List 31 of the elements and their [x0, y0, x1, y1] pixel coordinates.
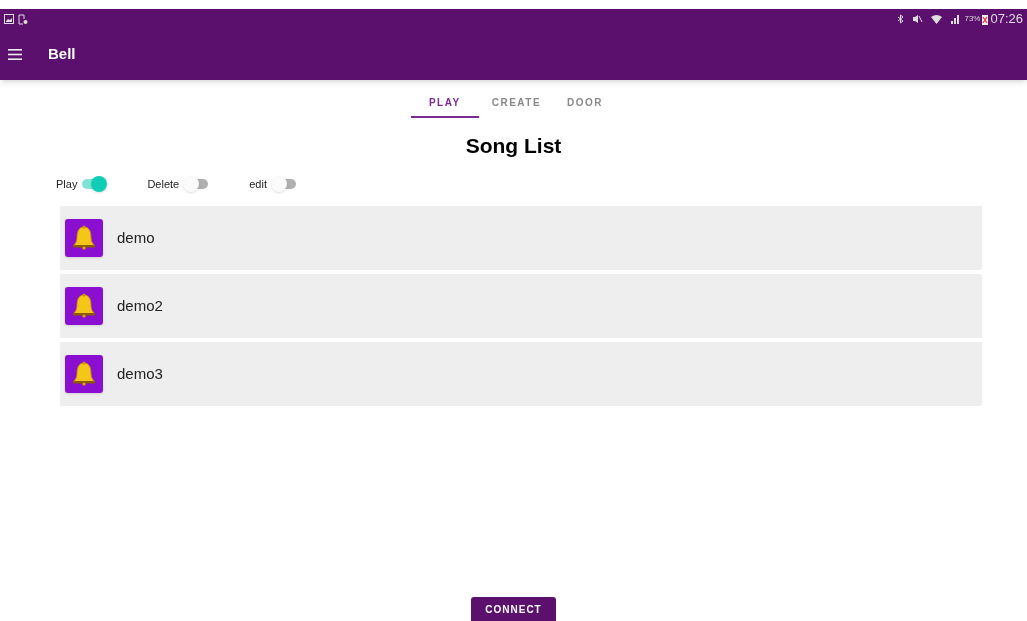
- switch-label: Delete: [147, 176, 180, 192]
- bell-icon: [65, 219, 103, 257]
- connect-button[interactable]: CONNECT: [471, 597, 556, 621]
- clock: 07:26: [990, 10, 1023, 29]
- bell-icon: [65, 355, 103, 393]
- toggle-switch[interactable]: [81, 175, 108, 192]
- song-name: demo: [117, 227, 155, 248]
- switch-label: Play: [56, 176, 78, 192]
- bluetooth-icon: [897, 14, 905, 24]
- page-heading: Song List: [465, 133, 562, 159]
- toggle-switch[interactable]: [183, 175, 210, 192]
- song-row[interactable]: demo3: [60, 342, 982, 406]
- song-name: demo3: [117, 363, 163, 384]
- image-icon: [4, 14, 14, 24]
- song-name: demo2: [117, 295, 163, 316]
- toggle-switch[interactable]: [270, 175, 297, 192]
- phone-icon: [18, 13, 28, 25]
- battery-percent: 73%: [964, 13, 981, 25]
- tab[interactable]: DOOR: [554, 89, 617, 118]
- switch-label: edit: [249, 176, 267, 192]
- app-title: Bell: [48, 44, 76, 65]
- song-row[interactable]: demo: [60, 206, 982, 270]
- battery-icon: [982, 13, 989, 25]
- signal-icon: [950, 14, 961, 24]
- mute-icon: [912, 14, 924, 24]
- bell-icon: [65, 287, 103, 325]
- menu-icon[interactable]: [8, 49, 22, 60]
- song-row[interactable]: demo2: [60, 274, 982, 338]
- tab[interactable]: PLAY: [410, 89, 479, 118]
- tab[interactable]: CREATE: [478, 89, 555, 118]
- wifi-icon: [931, 14, 943, 24]
